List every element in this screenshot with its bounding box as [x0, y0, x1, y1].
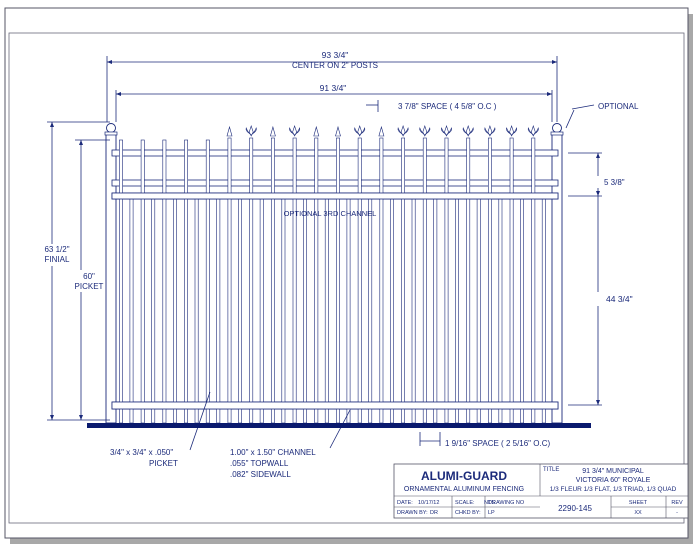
picket-height-word: PICKET [75, 282, 104, 291]
bottom-space-dimension: 1 9/16" SPACE ( 2 5/16" O.C) [445, 439, 550, 448]
picket [205, 139, 210, 424]
drawing-number: 2290-145 [558, 504, 592, 513]
overall-width-dimension: 93 3/4" [322, 50, 349, 60]
short-picket [259, 198, 264, 424]
short-picket [303, 198, 308, 424]
picket-spec-line1: 3/4" x 3/4" x .050" [110, 448, 173, 457]
sheet-label: SHEET [629, 500, 648, 506]
top-space-dimension: 3 7/8" SPACE ( 4 5/8" O.C ) [398, 102, 497, 111]
finial-height-word: FINIAL [45, 255, 70, 264]
upper-rail-dimension: 5 3/8" [604, 178, 625, 187]
short-picket [281, 198, 286, 424]
short-picket [151, 198, 156, 424]
picket [444, 137, 449, 424]
picket-spec-line2: PICKET [149, 459, 178, 468]
sheet-value: XX [634, 510, 642, 516]
channel-spec-line2: .055" TOPWALL [230, 459, 289, 468]
picket [249, 137, 254, 424]
title-label: TITLE [543, 467, 559, 473]
picket [270, 137, 275, 424]
post [551, 133, 563, 424]
short-picket [389, 198, 394, 424]
picket [509, 137, 514, 424]
picket [336, 137, 340, 424]
company-name: ALUMI-GUARD [421, 469, 507, 483]
rev-label: REV [671, 500, 683, 506]
picket [466, 137, 471, 424]
date-value: 10/17/12 [418, 500, 439, 506]
overall-width-note: CENTER ON 2" POSTS [292, 61, 378, 70]
picket [314, 137, 319, 424]
picket [401, 137, 406, 424]
channel-spec-line1: 1.00" x 1.50" CHANNEL [230, 448, 316, 457]
short-picket [411, 198, 416, 424]
short-picket [173, 198, 177, 424]
short-picket [346, 198, 351, 424]
rev-value: - [676, 510, 678, 516]
short-picket [433, 198, 438, 424]
short-picket [194, 198, 199, 424]
short-picket [368, 198, 373, 424]
short-picket [498, 198, 503, 424]
picket [531, 137, 536, 424]
picket [357, 137, 362, 424]
rail-span-dimension: 44 3/4" [606, 294, 633, 304]
drawing-sheet: 93 3/4" CENTER ON 2" POSTS 91 3/4" 3 7/8… [4, 7, 693, 544]
optional-channel-label: OPTIONAL 3RD CHANNEL [284, 209, 377, 218]
short-picket [541, 198, 546, 424]
finial-height-value: 63 1/2" [44, 245, 69, 254]
short-picket [238, 198, 242, 424]
picket [487, 137, 492, 424]
post-cap [552, 123, 562, 133]
title-line3: 1/3 FLEUR 1/3 FLAT, 1/3 TRIAD, 1/3 QUAD [550, 486, 677, 493]
picket [379, 137, 384, 424]
short-picket [129, 198, 134, 424]
picket [292, 137, 297, 424]
picket [422, 137, 427, 424]
post-cap [106, 123, 116, 133]
drawn-by-label: DRAWN BY: [397, 510, 428, 516]
post-cap-base [104, 131, 118, 136]
lower-top-rail [111, 192, 559, 200]
scale-label: SCALE: [455, 500, 475, 506]
short-picket [216, 198, 221, 424]
post-cap-base [550, 131, 564, 136]
channel-spec-line3: .082" SIDEWALL [230, 470, 291, 479]
company-subtitle: ORNAMENTAL ALUMINUM FENCING [404, 486, 524, 493]
picket [184, 139, 189, 424]
title-line2: VICTORIA 60" ROYALE [576, 477, 651, 484]
short-picket [324, 198, 329, 424]
panel-width-dimension: 91 3/4" [320, 83, 347, 93]
picket [162, 139, 167, 424]
picket [140, 139, 145, 424]
date-label: DATE: [397, 500, 413, 506]
title-line1: 91 3/4" MUNICIPAL [582, 468, 644, 475]
drawn-by-value: DR [430, 510, 438, 516]
checked-by-value: LP [488, 510, 495, 516]
short-picket [455, 198, 459, 424]
ground-line [87, 423, 591, 428]
short-picket [476, 198, 481, 424]
checked-by-label: CHKD BY: [455, 510, 481, 516]
picket [227, 137, 232, 424]
picket-height-value: 60" [83, 272, 95, 281]
bottom-rail [111, 401, 559, 410]
drawing-number-label: DRAWING NO [488, 500, 525, 506]
picket [119, 139, 123, 424]
post [105, 133, 117, 424]
optional-label: OPTIONAL [598, 102, 639, 111]
short-picket [520, 198, 525, 424]
